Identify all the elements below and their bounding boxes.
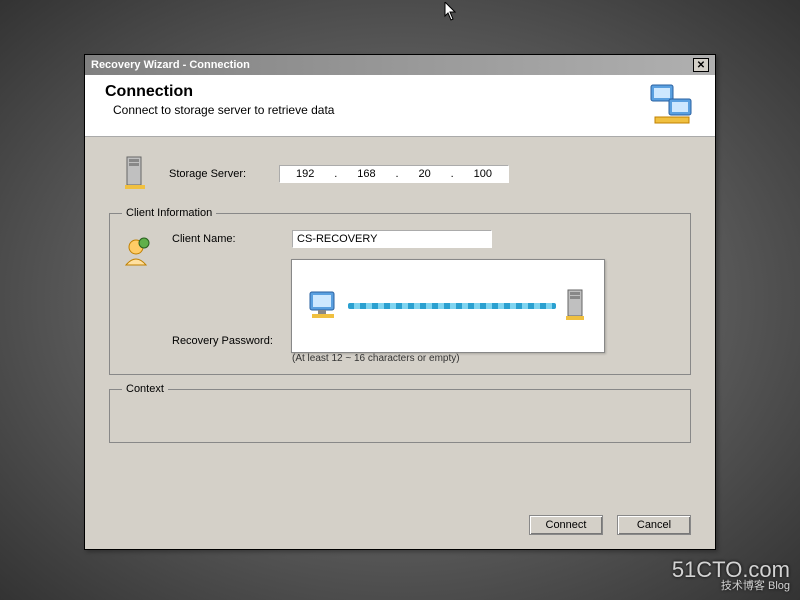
titlebar: Recovery Wizard - Connection ✕ [85, 55, 715, 75]
dialog-footer: Connect Cancel [529, 515, 691, 535]
client-name-label: Client Name: [172, 233, 292, 245]
client-name-input[interactable] [292, 230, 492, 248]
storage-server-ip-input[interactable]: 192. 168. 20. 100 [279, 165, 509, 183]
watermark: 51CTO.com 技术博客 Blog [672, 559, 790, 592]
connection-progress-line [348, 303, 556, 309]
client-monitor-icon [306, 286, 342, 326]
connect-button[interactable]: Connect [529, 515, 603, 535]
close-button[interactable]: ✕ [693, 58, 709, 72]
context-legend: Context [122, 383, 168, 395]
page-subtitle: Connect to storage server to retrieve da… [113, 103, 695, 117]
recovery-wizard-dialog: Recovery Wizard - Connection ✕ Connectio… [84, 54, 716, 550]
storage-server-label: Storage Server: [169, 168, 279, 180]
client-name-row: Client Name: [172, 229, 678, 249]
context-group: Context [109, 383, 691, 443]
mouse-cursor-icon [444, 2, 458, 22]
window-title: Recovery Wizard - Connection [91, 59, 250, 71]
cancel-button[interactable]: Cancel [617, 515, 691, 535]
header-panel: Connection Connect to storage server to … [85, 75, 715, 137]
recovery-password-label: Recovery Password: [172, 335, 292, 347]
password-hint: (At least 12 ~ 16 characters or empty) [292, 353, 678, 364]
server-monitor-icon [562, 286, 590, 326]
client-information-legend: Client Information [122, 207, 216, 219]
server-tower-icon [121, 155, 151, 193]
storage-server-row: Storage Server: 192. 168. 20. 100 [109, 155, 691, 193]
user-account-icon [122, 235, 154, 267]
connection-progress-popup [291, 259, 605, 353]
network-computers-icon [647, 81, 697, 129]
page-title: Connection [105, 83, 695, 101]
